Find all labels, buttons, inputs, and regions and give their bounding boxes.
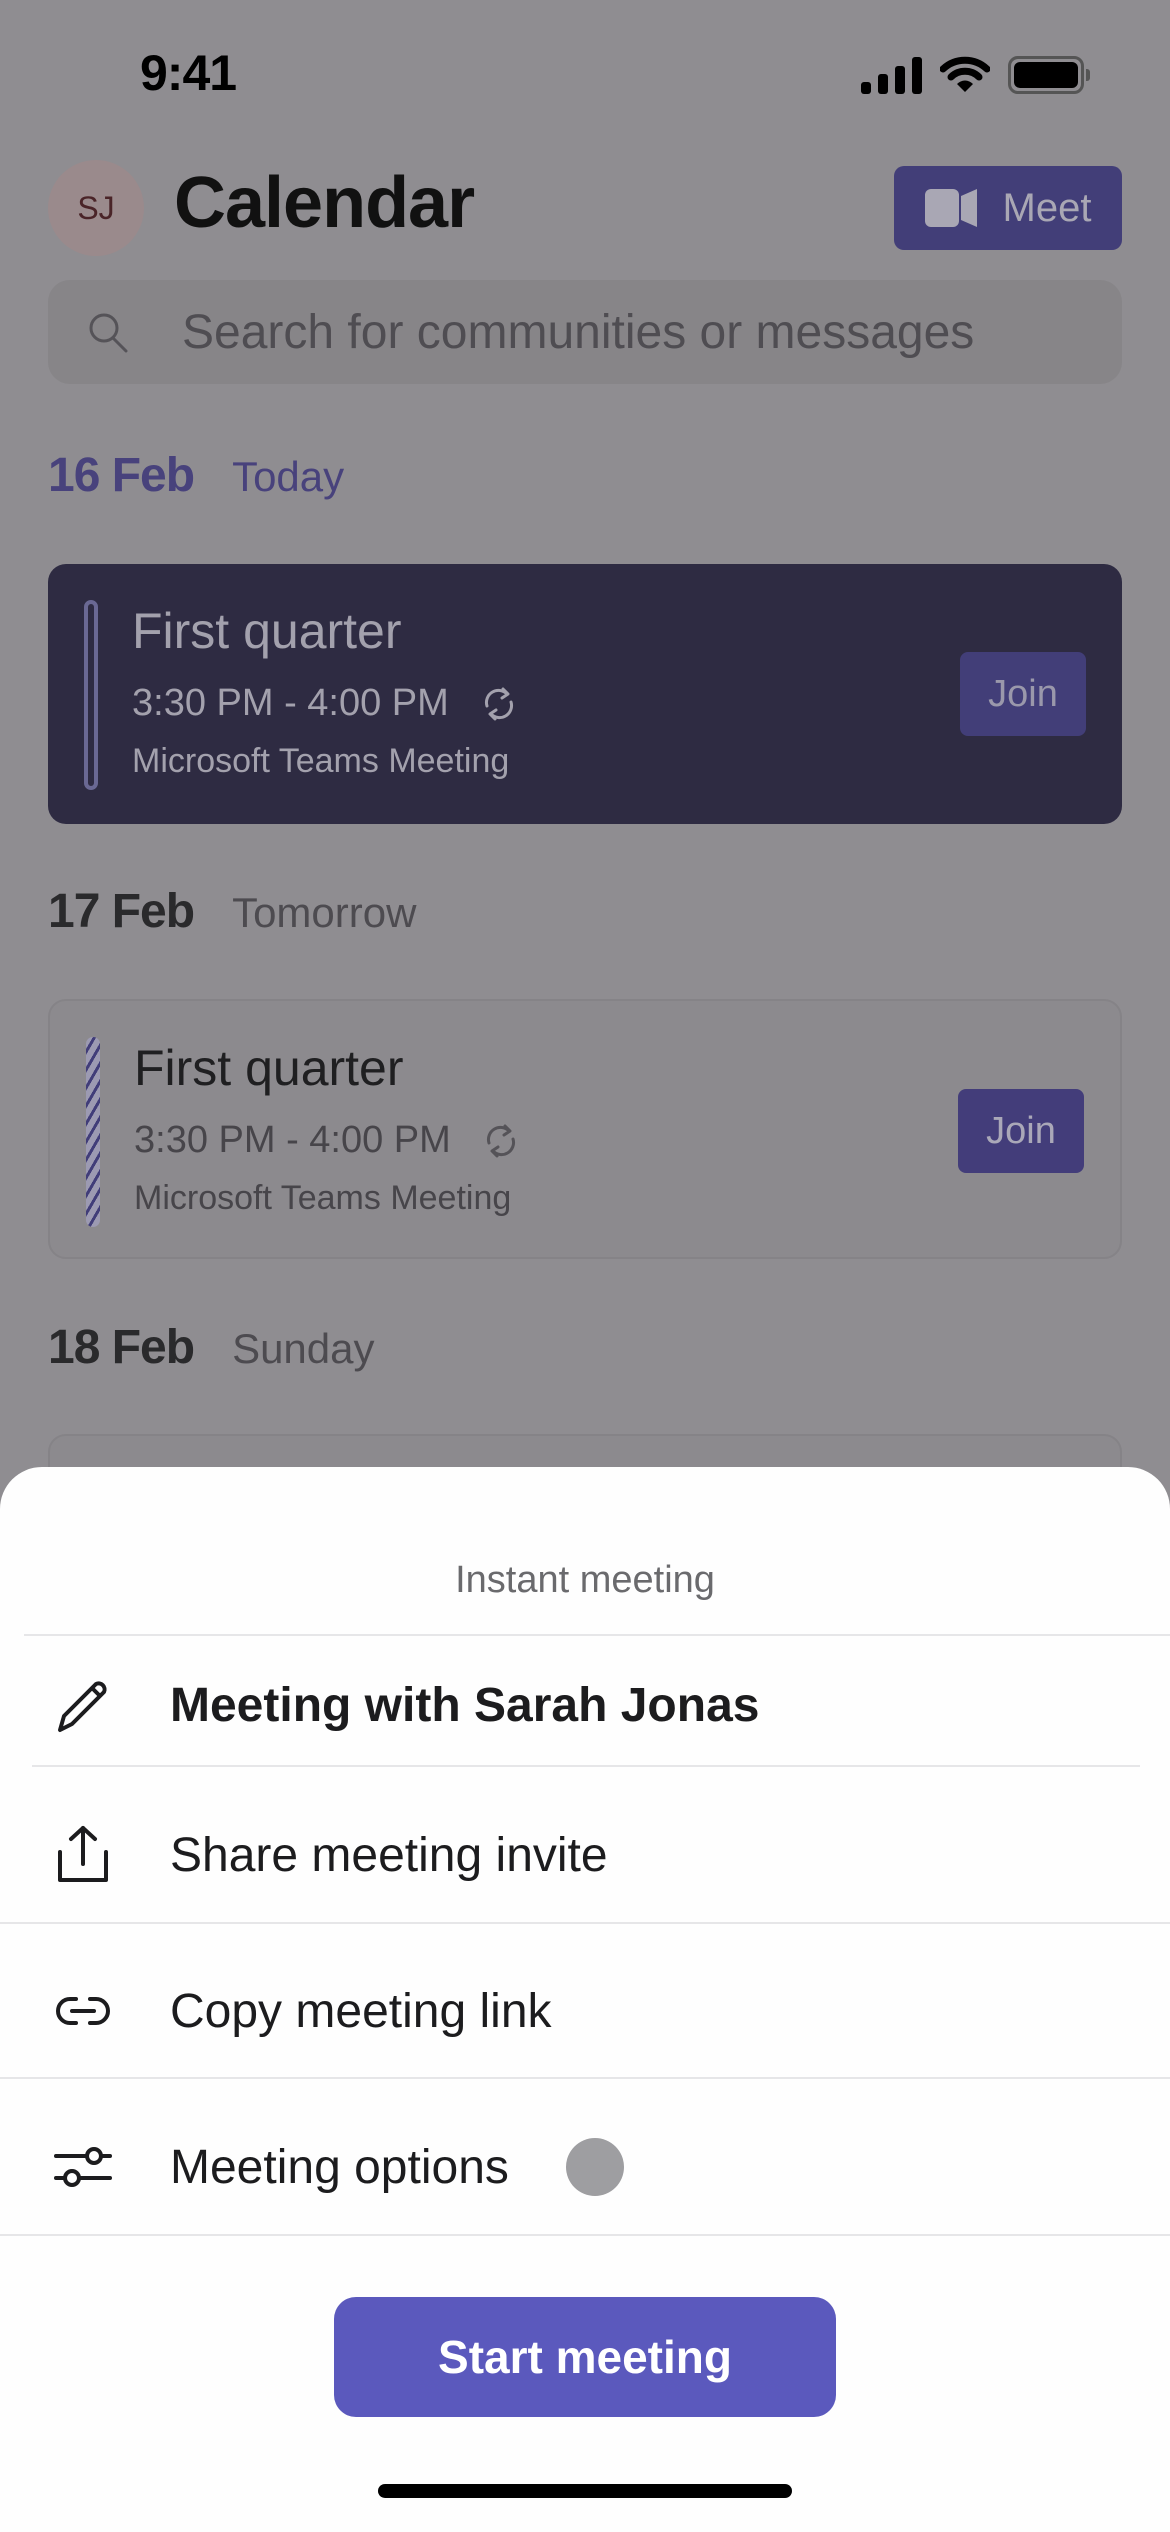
search-bar[interactable] <box>48 280 1122 384</box>
day-date: 16 Feb <box>48 449 195 502</box>
item-label: Copy meeting link <box>170 1984 552 2038</box>
home-indicator[interactable] <box>378 2484 792 2498</box>
recurring-icon <box>486 1124 515 1157</box>
recurring-icon <box>484 687 513 720</box>
pencil-icon <box>58 1681 107 1732</box>
sliders-icon <box>54 2147 112 2187</box>
divider <box>0 1922 1170 1924</box>
wifi-icon <box>940 56 990 92</box>
loading-indicator <box>566 2138 624 2196</box>
battery-icon <box>1008 56 1090 94</box>
share-invite-item[interactable]: Share meeting invite <box>0 1785 1170 1925</box>
status-time: 9:41 <box>140 45 237 101</box>
day-header-today: 16 Feb Today <box>48 448 344 503</box>
status-bar: 9:41 <box>0 0 1170 150</box>
event-card[interactable]: First quarter 3:30 PM - 4:00 PM Microsof… <box>48 999 1122 1259</box>
instant-meeting-sheet: Instant meeting Meeting with Sarah Jonas… <box>0 1467 1170 2532</box>
video-camera-icon <box>924 189 977 227</box>
avatar[interactable]: SJ <box>48 160 144 256</box>
search-input[interactable] <box>182 280 1082 384</box>
event-time-text: 3:30 PM - 4:00 PM <box>132 682 449 724</box>
meet-button-label: Meet <box>1002 185 1092 230</box>
day-label: Today <box>232 453 345 500</box>
event-time-text: 3:30 PM - 4:00 PM <box>134 1119 451 1161</box>
meet-button[interactable]: Meet <box>894 166 1122 250</box>
search-icon <box>89 313 128 353</box>
event-time: 3:30 PM - 4:00 PM <box>132 682 519 725</box>
day-date: 17 Feb <box>48 885 195 938</box>
join-button[interactable]: Join <box>960 652 1086 736</box>
event-card[interactable]: First quarter 3:30 PM - 4:00 PM Microsof… <box>48 564 1122 824</box>
meeting-options-item[interactable]: Meeting options <box>0 2097 1170 2237</box>
event-status-bar <box>84 600 98 790</box>
sheet-title: Instant meeting <box>455 1559 715 1601</box>
page-title: Calendar <box>174 163 475 243</box>
day-header-sunday: 18 Feb Sunday <box>48 1320 375 1375</box>
divider <box>32 1765 1140 1767</box>
join-button[interactable]: Join <box>958 1089 1084 1173</box>
header: SJ Calendar Meet <box>48 158 1122 256</box>
cellular-signal-icon <box>861 56 922 94</box>
divider <box>0 2234 1170 2236</box>
day-label: Tomorrow <box>232 889 417 936</box>
day-header-tomorrow: 17 Feb Tomorrow <box>48 884 416 939</box>
day-date: 18 Feb <box>48 1321 195 1374</box>
item-label: Share meeting invite <box>170 1828 608 1882</box>
link-icon <box>56 1997 110 2025</box>
event-status-bar <box>86 1037 100 1227</box>
event-location: Microsoft Teams Meeting <box>134 1179 512 1217</box>
meeting-title-item[interactable]: Meeting with Sarah Jonas <box>0 1635 1170 1775</box>
start-meeting-button[interactable]: Start meeting <box>334 2297 836 2417</box>
item-label: Meeting options <box>170 2140 509 2194</box>
status-icons <box>861 56 1090 94</box>
event-time: 3:30 PM - 4:00 PM <box>134 1119 521 1162</box>
share-icon <box>58 1826 108 1882</box>
event-title: First quarter <box>132 603 402 659</box>
copy-link-item[interactable]: Copy meeting link <box>0 1941 1170 2081</box>
day-label: Sunday <box>232 1325 375 1372</box>
divider <box>0 2077 1170 2079</box>
event-title: First quarter <box>134 1040 404 1096</box>
item-label: Meeting with Sarah Jonas <box>170 1678 760 1732</box>
event-location: Microsoft Teams Meeting <box>132 742 510 780</box>
